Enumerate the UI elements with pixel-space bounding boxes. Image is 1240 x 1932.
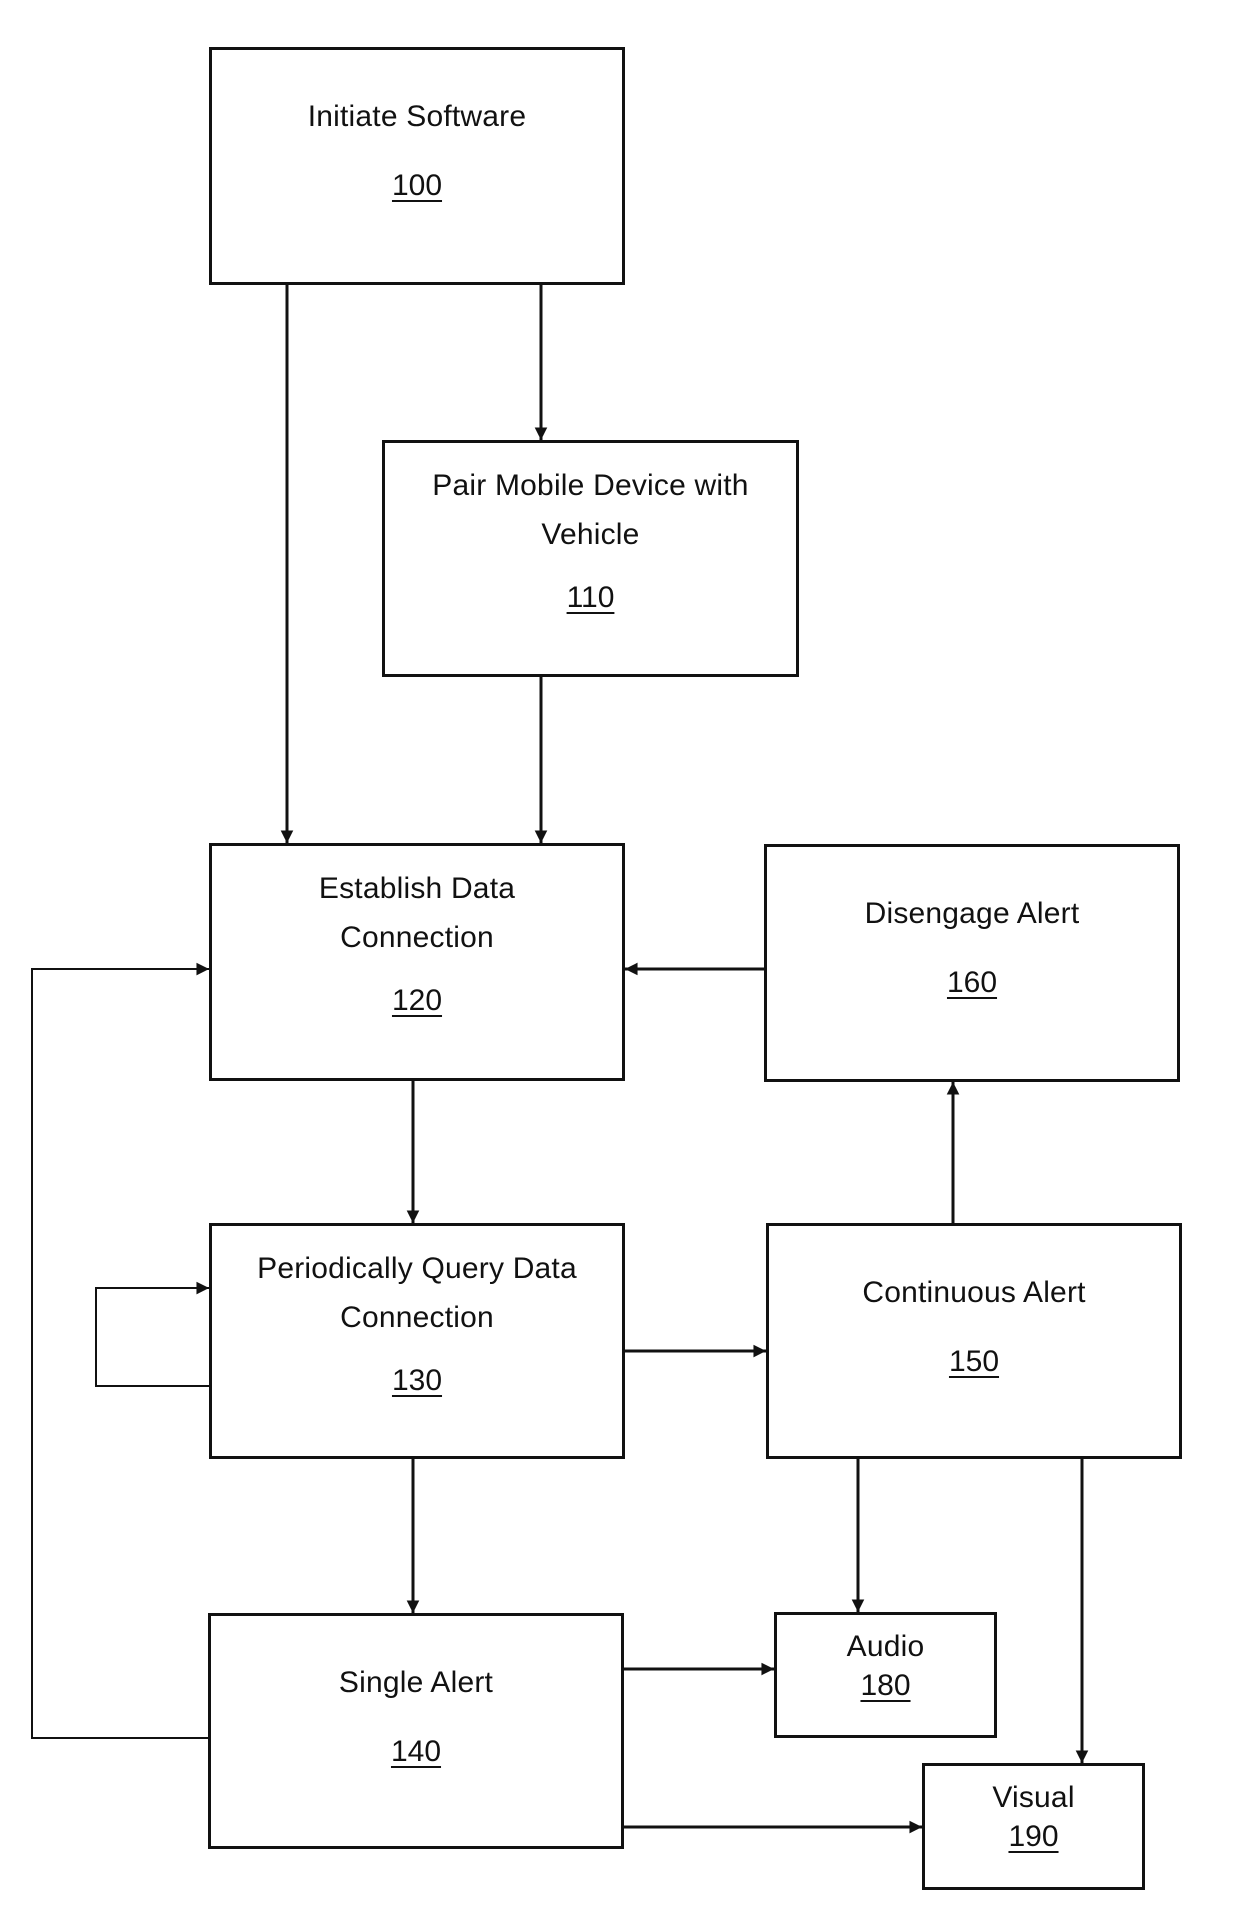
node-label: Periodically Query Data Connection	[257, 1244, 577, 1342]
node-label: Establish Data Connection	[319, 864, 515, 962]
node-ref-number: 100	[391, 169, 443, 202]
node-ref-number: 150	[948, 1345, 1000, 1378]
node-label: Pair Mobile Device with Vehicle	[432, 461, 748, 559]
node-label: Visual	[992, 1781, 1075, 1814]
node-periodically-query: Periodically Query Data Connection 130	[209, 1223, 625, 1459]
node-audio: Audio 180	[774, 1612, 997, 1738]
node-ref-number: 110	[566, 581, 615, 614]
node-ref-number: 160	[946, 966, 998, 999]
node-label: Single Alert	[338, 1666, 494, 1699]
node-label-line1: Periodically Query Data	[257, 1252, 577, 1285]
node-establish-data-connection: Establish Data Connection 120	[209, 843, 625, 1081]
node-disengage-alert: Disengage Alert 160	[764, 844, 1180, 1082]
node-label-line1: Establish Data	[318, 872, 516, 905]
edge-140-120	[31, 962, 210, 1739]
node-ref-number: 130	[391, 1364, 443, 1397]
node-single-alert: Single Alert 140	[208, 1613, 624, 1849]
node-label: Audio	[846, 1630, 925, 1663]
node-ref-number: 120	[391, 984, 443, 1017]
node-label-line1: Pair Mobile Device with	[432, 469, 749, 502]
node-ref-number: 180	[860, 1669, 911, 1702]
node-label: Continuous Alert	[862, 1276, 1086, 1309]
edge-130-self	[95, 1281, 210, 1387]
node-ref-number: 140	[390, 1735, 442, 1768]
node-label-line2: Connection	[340, 921, 494, 954]
node-continuous-alert: Continuous Alert 150	[766, 1223, 1182, 1459]
node-label-line2: Vehicle	[541, 518, 640, 551]
node-label-line2: Connection	[340, 1301, 494, 1334]
node-pair-mobile-device: Pair Mobile Device with Vehicle 110	[382, 440, 799, 677]
node-ref-number: 190	[1008, 1820, 1059, 1853]
node-label: Disengage Alert	[864, 897, 1080, 930]
node-label: Initiate Software	[307, 100, 527, 133]
node-initiate-software: Initiate Software 100	[209, 47, 625, 285]
node-visual: Visual 190	[922, 1763, 1145, 1890]
